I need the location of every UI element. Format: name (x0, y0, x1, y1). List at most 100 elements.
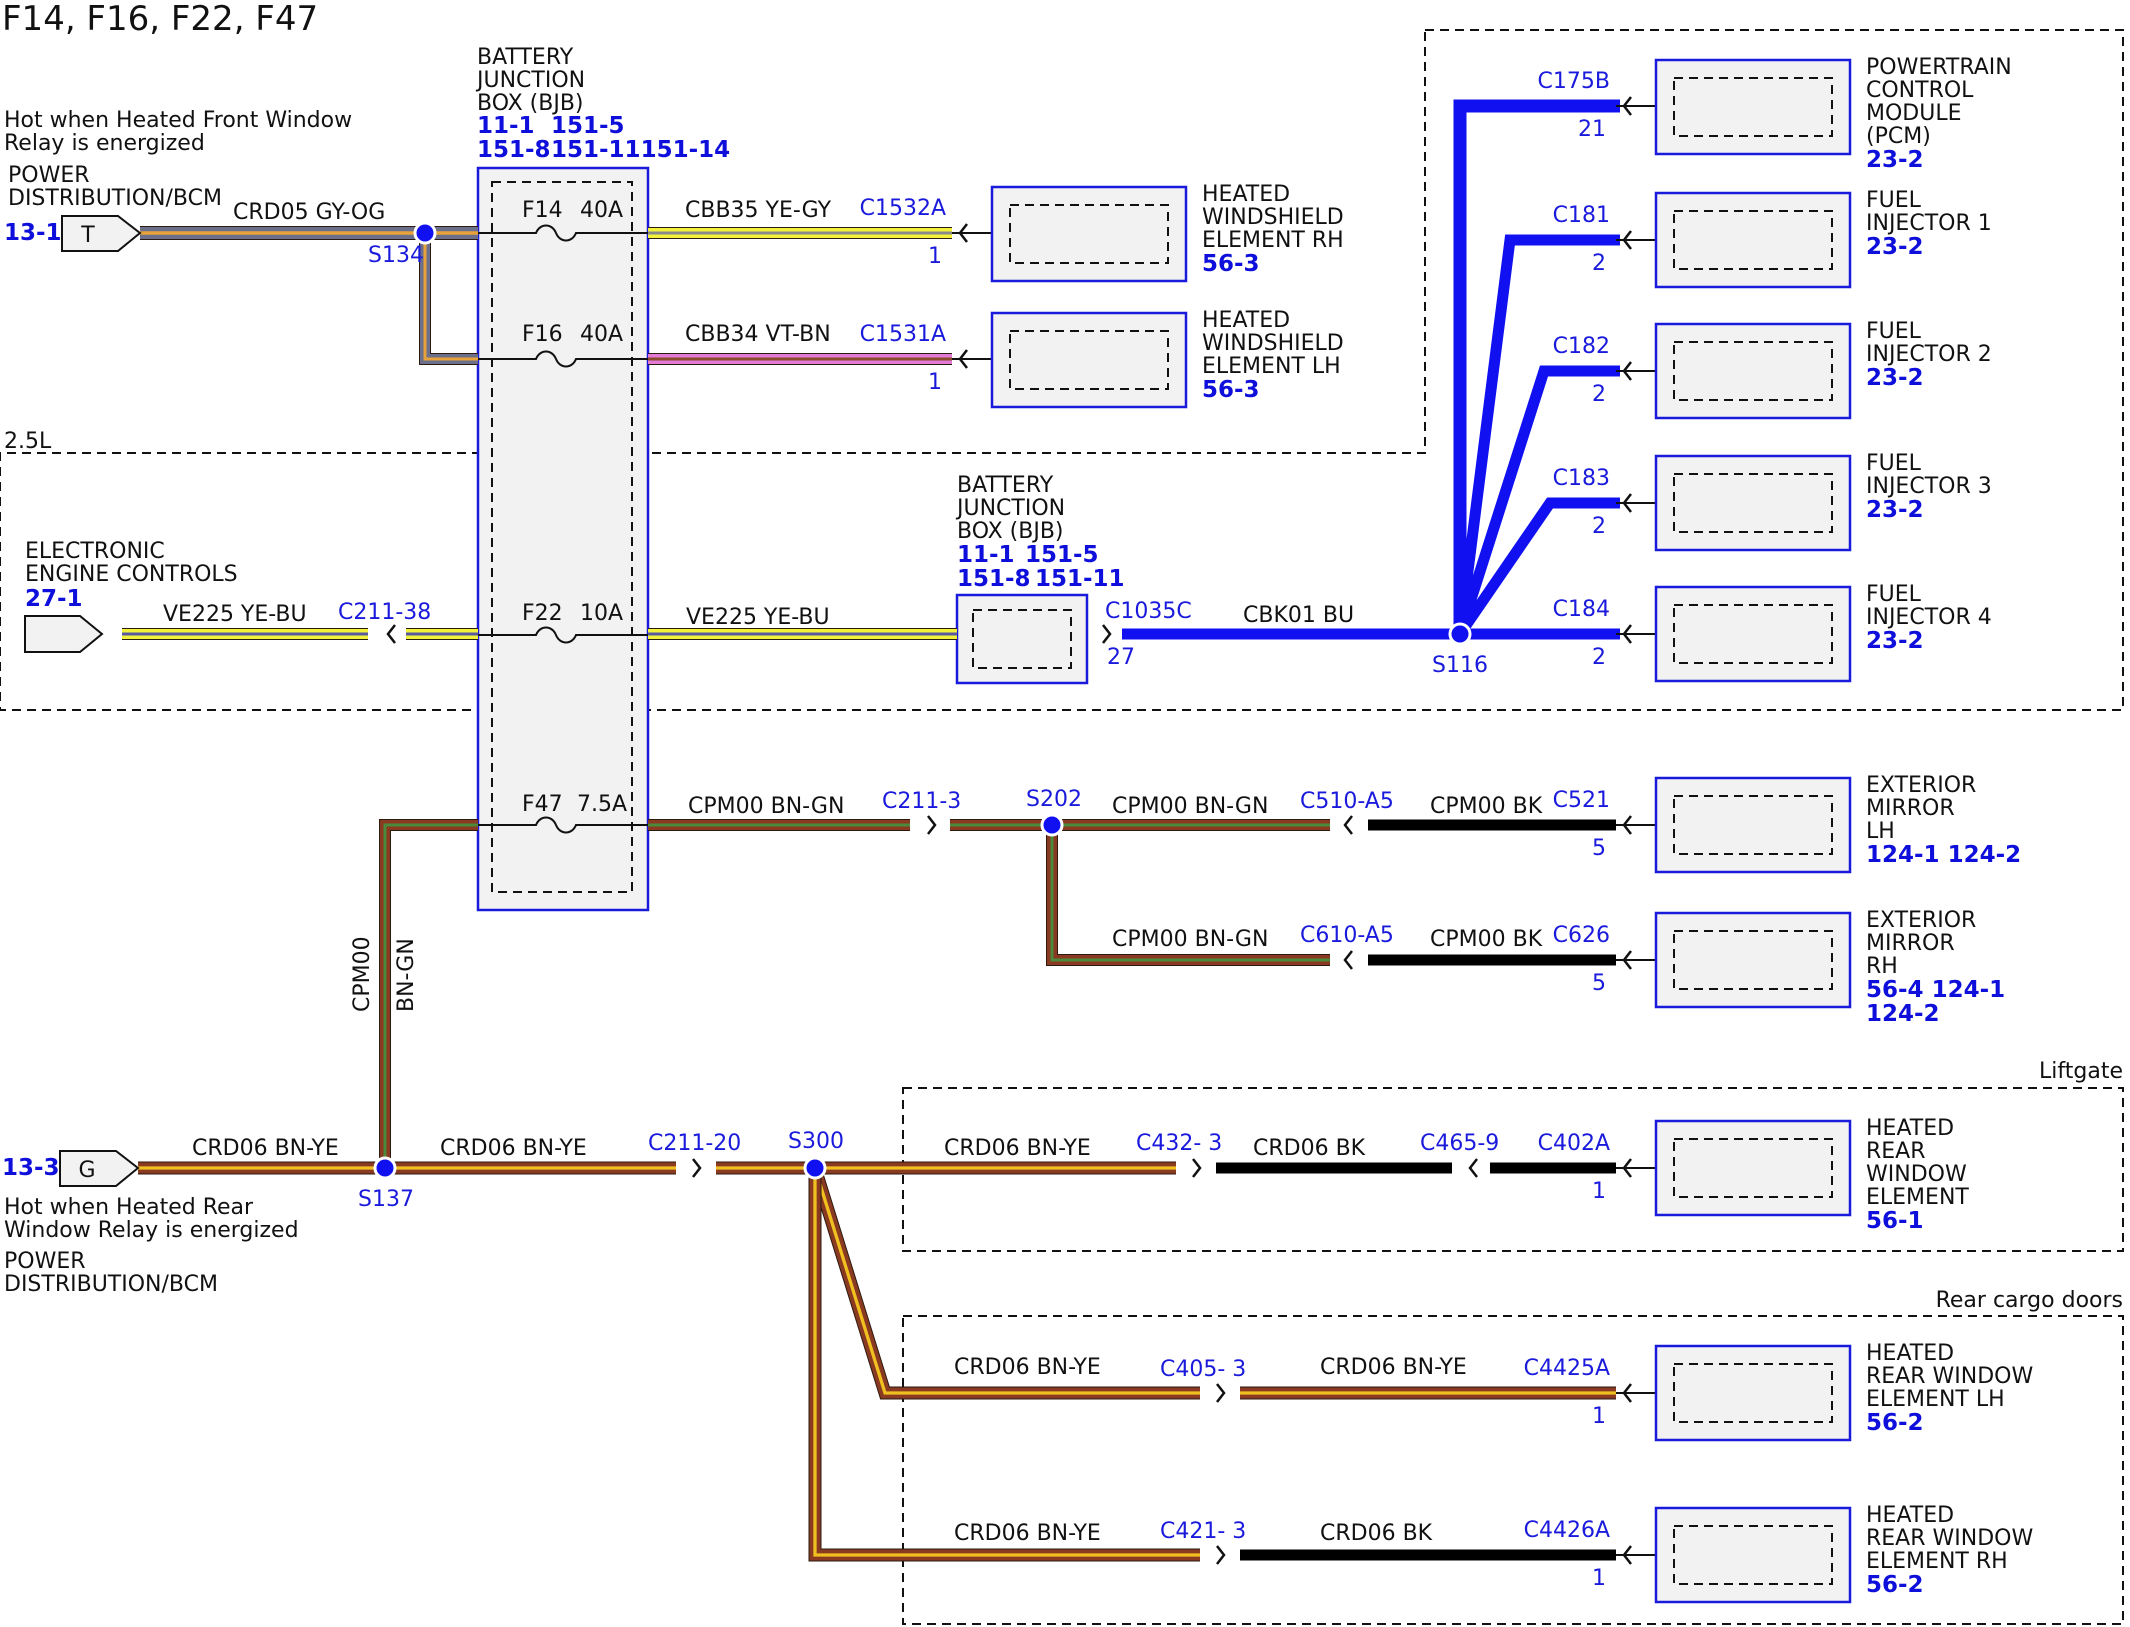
component-name: ELEMENT LH (1202, 354, 1341, 379)
connector-chevron-c1035c (1102, 624, 1112, 644)
component-name: HEATED (1866, 1503, 1954, 1528)
bjb2-ref: 151-5 (1025, 542, 1099, 568)
component-name: HEATED (1866, 1116, 1954, 1141)
component-ref: 56-3 (1202, 377, 1260, 403)
component-name: HEATED (1202, 182, 1290, 207)
svg-text:F47: F47 (522, 792, 563, 817)
svg-text:C510-A5: C510-A5 (1300, 789, 1394, 814)
svg-text:S300: S300 (788, 1129, 844, 1154)
svg-text:T: T (80, 223, 95, 248)
component-name: FUEL (1866, 451, 1922, 476)
pin-label: 2 (1592, 645, 1606, 670)
svg-text:7.5A: 7.5A (577, 792, 627, 817)
source-eec-connector (24, 615, 104, 653)
component-ref: 124-1 124-2 (1866, 842, 2021, 868)
component-box (1654, 911, 1852, 1009)
source-bottom-connector (59, 1150, 140, 1187)
pin-label: 5 (1592, 971, 1606, 996)
component-box (1654, 1344, 1852, 1442)
svg-text:Hot when Heated Rear: Hot when Heated Rear (4, 1195, 254, 1220)
component-name: INJECTOR 4 (1866, 605, 1992, 630)
component-name: REAR (1866, 1139, 1926, 1164)
connector-chevron-c465 (1468, 1158, 1478, 1178)
svg-text:C1035C: C1035C (1105, 599, 1192, 624)
svg-text:CRD06 BK: CRD06 BK (1253, 1136, 1366, 1161)
wire-labels: CRD05 GY-OG CBB35 YE-GY CBB34 VT-BN VE22… (163, 198, 1543, 1546)
svg-text:CRD05 GY-OG: CRD05 GY-OG (233, 200, 385, 225)
connector-label: C182 (1553, 334, 1610, 359)
component-box (1654, 58, 1852, 156)
svg-text:CPM00 BN-GN: CPM00 BN-GN (688, 794, 844, 819)
connector-chevron-c610 (1343, 950, 1353, 970)
svg-text:CPM00 BN-GN: CPM00 BN-GN (1112, 794, 1268, 819)
svg-text:CBK01 BU: CBK01 BU (1243, 603, 1354, 628)
svg-text:CPM00 BN-GN: CPM00 BN-GN (1112, 927, 1268, 952)
svg-text:CPM00: CPM00 (350, 936, 375, 1012)
component-name: EXTERIOR (1866, 908, 1976, 933)
connector-label: C4425A (1524, 1356, 1610, 1381)
bjb2-name-line-3: BOX (BJB) (957, 519, 1064, 544)
component-name: WINDSHIELD (1202, 205, 1344, 230)
component-name: MIRROR (1866, 796, 1955, 821)
zone-label-rear-cargo-doors: Rear cargo doors (1936, 1288, 2123, 1313)
wire-crd05-branch (419, 233, 478, 365)
connector-chevron-c432 (1192, 1158, 1202, 1178)
bjb2-name-line-2: JUNCTION (955, 496, 1065, 521)
component-name: RH (1866, 954, 1898, 979)
svg-text:C421- 3: C421- 3 (1160, 1519, 1246, 1544)
connector-label: C4426A (1524, 1518, 1610, 1543)
splice-dot-s202 (1040, 813, 1064, 837)
component-box (1654, 322, 1852, 420)
component-box (1654, 776, 1852, 874)
component-pcm: C175B 21 POWERTRAINCONTROLMODULE(PCM)23-2 (1538, 55, 2012, 173)
bjb2-ref: 151-8 (957, 566, 1031, 592)
component-mirrh: C626 5 EXTERIORMIRRORRH56-4 124-1124-2 (1553, 908, 2005, 1027)
svg-text:CRD06 BN-YE: CRD06 BN-YE (944, 1136, 1091, 1161)
bjb2-ref: 11-1 (957, 542, 1015, 568)
svg-text:Relay is energized: Relay is energized (4, 131, 205, 156)
component-mirlh: C521 5 EXTERIORMIRRORLH124-1 124-2 (1553, 773, 2021, 874)
connector-label: C521 (1553, 788, 1610, 813)
bjb-name-line-1: BATTERY (477, 45, 574, 70)
component-box (1654, 191, 1852, 289)
pin-label: 1 (1592, 1566, 1606, 1591)
component-ref: 23-2 (1866, 497, 1924, 523)
svg-text:F22: F22 (522, 601, 563, 626)
bjb-ref: 151-11151-14 (551, 137, 730, 163)
svg-text:C432- 3: C432- 3 (1136, 1131, 1222, 1156)
svg-text:ELECTRONIC: ELECTRONIC (25, 539, 165, 564)
svg-text:POWER: POWER (8, 163, 90, 188)
component-name: ELEMENT LH (1866, 1387, 2005, 1412)
svg-text:VE225 YE-BU: VE225 YE-BU (163, 602, 307, 627)
svg-text:C211-38: C211-38 (338, 600, 431, 625)
splice-dot-s134 (413, 221, 437, 245)
component-name: HEATED (1202, 308, 1290, 333)
zone-label-liftgate: Liftgate (2039, 1059, 2123, 1084)
connector-label: C175B (1538, 69, 1610, 94)
component-name: MODULE (1866, 101, 1962, 126)
svg-text:Hot when Heated Front Window: Hot when Heated Front Window (4, 108, 352, 133)
svg-text:S116: S116 (1432, 653, 1488, 678)
component-name: LH (1866, 819, 1895, 844)
svg-text:DISTRIBUTION/BCM: DISTRIBUTION/BCM (8, 186, 222, 211)
svg-text:40A: 40A (580, 322, 623, 347)
pin-label: 2 (1592, 251, 1606, 276)
pin-label: 1 (928, 244, 942, 269)
component-ref: 124-2 (1866, 1001, 1940, 1027)
svg-text:CRD06 BN-YE: CRD06 BN-YE (192, 1136, 339, 1161)
svg-text:40A: 40A (580, 198, 623, 223)
connector-chevron-c211-38 (386, 624, 396, 644)
bjb2-name-line-1: BATTERY (957, 473, 1054, 498)
svg-text:CBB35 YE-GY: CBB35 YE-GY (685, 198, 832, 223)
component-name: POWERTRAIN (1866, 55, 2012, 80)
component-name: WINDOW (1866, 1162, 1967, 1187)
pin-label: 1 (928, 370, 942, 395)
svg-text:C405- 3: C405- 3 (1160, 1357, 1246, 1382)
component-name: REAR WINDOW (1866, 1364, 2033, 1389)
component-name: MIRROR (1866, 931, 1955, 956)
connector-label: C1532A (860, 196, 946, 221)
component-name: ELEMENT RH (1202, 228, 1344, 253)
bjb-name-line-2: JUNCTION (475, 68, 585, 93)
connector-chevron-c421 (1216, 1545, 1226, 1565)
connector-chevron-c510 (1343, 815, 1353, 835)
